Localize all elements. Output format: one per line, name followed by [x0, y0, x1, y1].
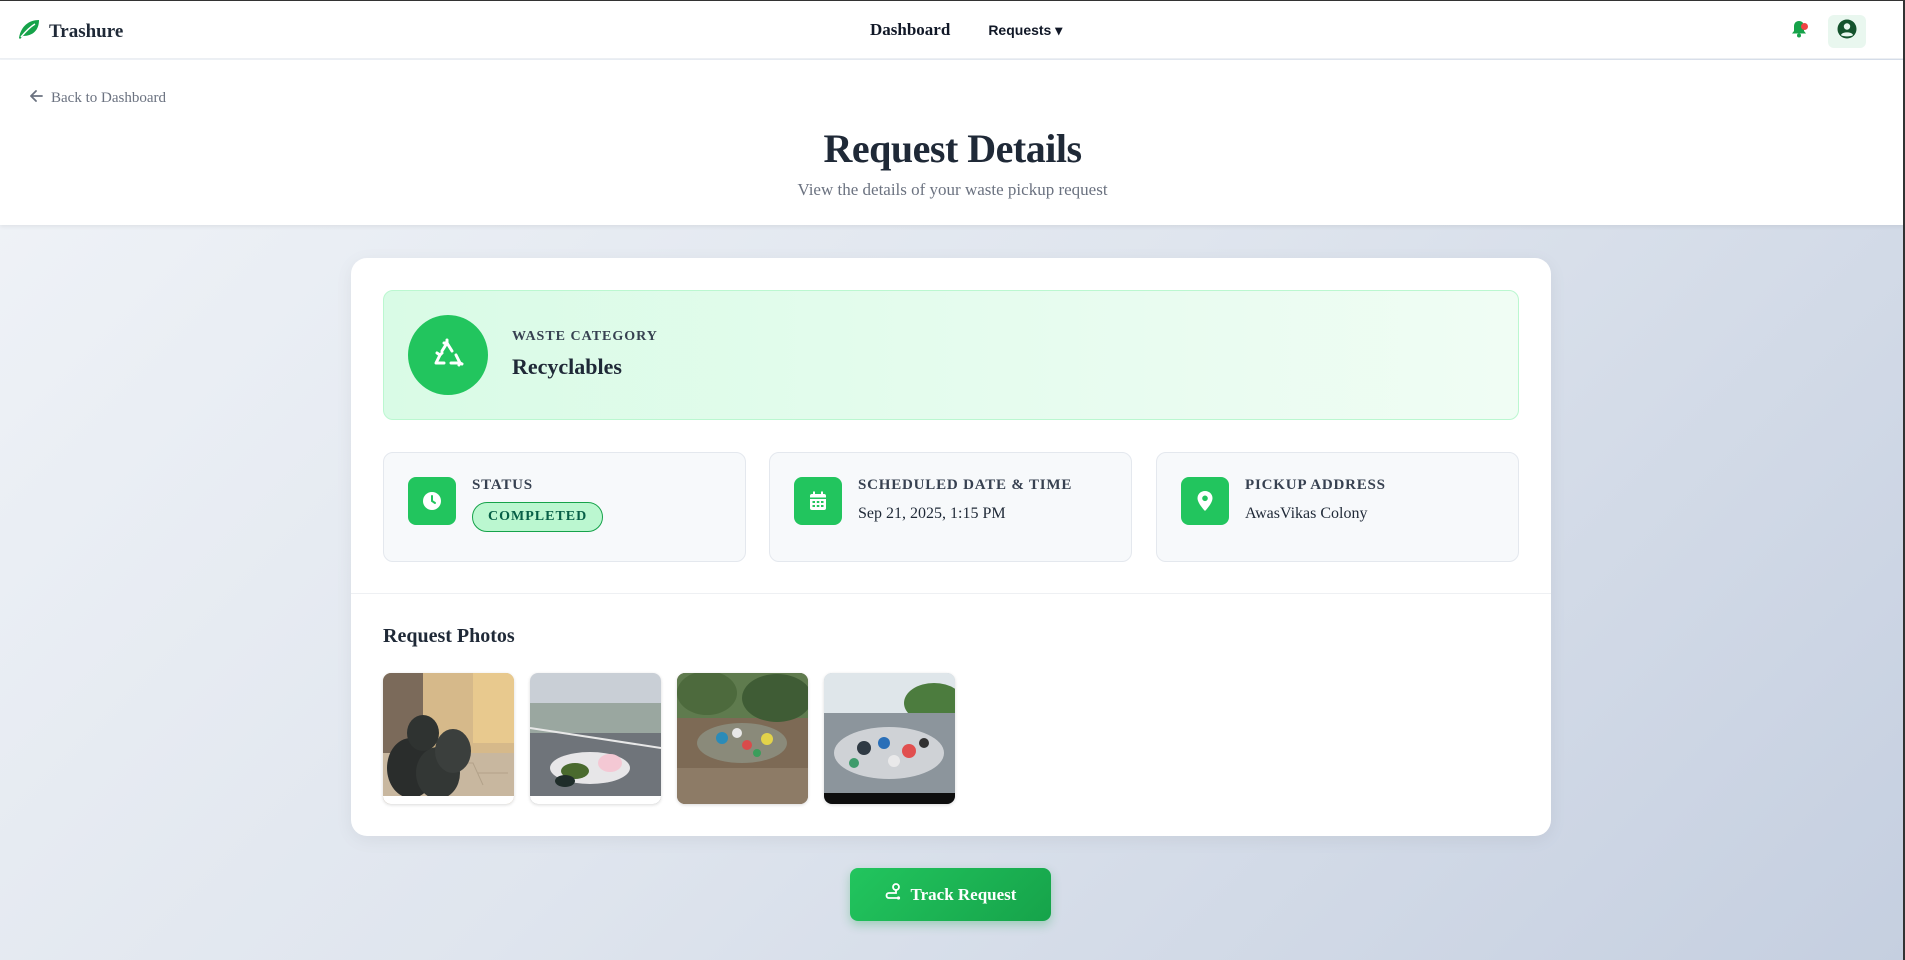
track-request-button[interactable]: Track Request: [850, 868, 1051, 921]
schedule-label: SCHEDULED DATE & TIME: [858, 477, 1073, 493]
track-request-label: Track Request: [910, 884, 1017, 904]
route-icon: [885, 883, 901, 906]
user-menu-button[interactable]: [1828, 15, 1866, 48]
user-circle-icon: [1837, 19, 1857, 44]
nav-requests-dropdown[interactable]: Requests ▾: [988, 22, 1062, 39]
notification-dot: [1801, 22, 1808, 30]
brand[interactable]: Trashure: [17, 18, 123, 45]
photos-title: Request Photos: [383, 625, 515, 647]
waste-category-label: WASTE CATEGORY: [512, 329, 658, 344]
request-photo[interactable]: [530, 673, 661, 804]
status-badge: COMPLETED: [472, 502, 604, 532]
address-label: PICKUP ADDRESS: [1245, 477, 1386, 493]
request-photo[interactable]: [383, 673, 514, 804]
page-title: Request Details: [823, 126, 1082, 171]
schedule-panel: SCHEDULED DATE & TIME Sep 21, 2025, 1:15…: [769, 452, 1132, 562]
brand-name: Trashure: [49, 20, 124, 42]
recycle-icon: [408, 315, 488, 395]
address-value: AwasVikas Colony: [1245, 505, 1368, 522]
address-panel: PICKUP ADDRESS AwasVikas Colony: [1156, 452, 1519, 562]
back-to-dashboard-link[interactable]: Back to Dashboard: [30, 90, 166, 107]
notification-button[interactable]: [1788, 21, 1810, 43]
leaf-icon: [17, 18, 41, 45]
map-pin-icon: [1181, 477, 1229, 525]
card-divider: [351, 593, 1551, 594]
status-label: STATUS: [472, 477, 533, 493]
nav-menu: Dashboard Requests ▾: [870, 20, 1062, 40]
waste-category-value: Recyclables: [512, 354, 622, 379]
nav-actions: [1788, 15, 1866, 48]
calendar-icon: [794, 477, 842, 525]
status-panel: STATUS COMPLETED: [383, 452, 746, 562]
request-details-card: WASTE CATEGORY Recyclables STATUS COMPLE…: [351, 258, 1551, 836]
request-photo[interactable]: [677, 673, 808, 804]
arrow-left-icon: [30, 90, 43, 107]
schedule-value: Sep 21, 2025, 1:15 PM: [858, 505, 1006, 522]
waste-category-panel: WASTE CATEGORY Recyclables: [383, 290, 1519, 420]
page-header: Back to Dashboard Request Details View t…: [0, 60, 1905, 225]
request-photo[interactable]: [824, 673, 955, 804]
nav-dashboard-link[interactable]: Dashboard: [870, 20, 950, 40]
photo-gallery: [383, 673, 955, 804]
back-link-label: Back to Dashboard: [51, 90, 166, 106]
page-subtitle: View the details of your waste pickup re…: [797, 180, 1108, 199]
top-navbar: Trashure Dashboard Requests ▾: [0, 0, 1905, 59]
clock-icon: [408, 477, 456, 525]
